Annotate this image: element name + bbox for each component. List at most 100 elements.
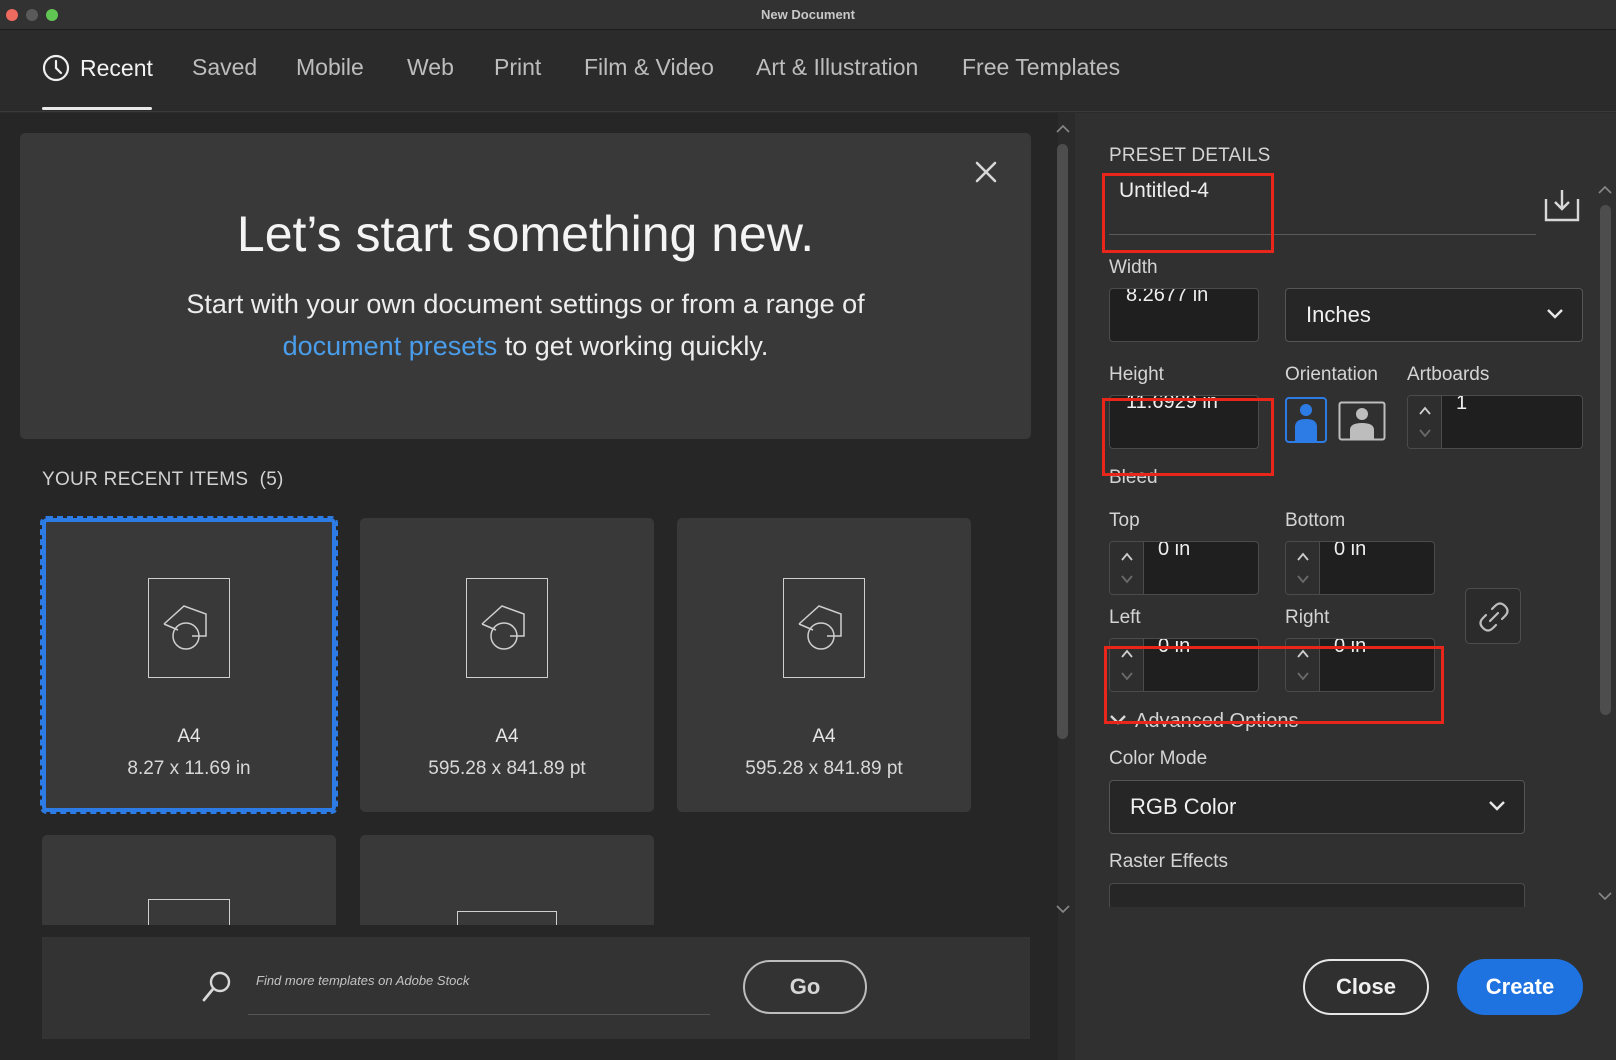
decrement-icon[interactable]	[1296, 671, 1310, 681]
tab-saved[interactable]: Saved	[192, 54, 257, 96]
landscape-orientation-icon[interactable]	[1338, 401, 1386, 441]
stepper-arrows	[1110, 639, 1144, 691]
raster-effects-label: Raster Effects	[1109, 851, 1228, 872]
stock-search-bar: Go	[42, 937, 1030, 1039]
increment-icon[interactable]	[1418, 406, 1432, 416]
decrement-icon[interactable]	[1418, 428, 1432, 438]
portrait-orientation-icon[interactable]	[1285, 397, 1327, 443]
recent-item-size: 8.27 x 11.69 in	[127, 758, 251, 779]
recent-item[interactable]: A4 595.28 x 841.89 pt	[677, 518, 971, 812]
tab-web[interactable]: Web	[407, 54, 454, 96]
scrollbar-thumb[interactable]	[1057, 144, 1068, 739]
stepper-arrows	[1110, 542, 1144, 594]
welcome-subtitle-line1: Start with your own document settings or…	[186, 289, 865, 319]
chevron-down-icon	[1110, 715, 1126, 725]
scroll-down-icon[interactable]	[1595, 889, 1615, 903]
welcome-subtitle-line2: to get working quickly.	[497, 331, 769, 361]
scroll-down-icon[interactable]	[1053, 902, 1073, 916]
width-label: Width	[1109, 257, 1158, 278]
units-dropdown[interactable]: Inches	[1285, 288, 1583, 342]
bleed-right-label: Right	[1285, 607, 1330, 628]
recent-item-size: 595.28 x 841.89 pt	[745, 758, 903, 779]
tab-art-illustration[interactable]: Art & Illustration	[756, 54, 918, 96]
height-value: 11.6929 in	[1126, 395, 1218, 413]
create-button[interactable]: Create	[1457, 959, 1583, 1015]
link-bleed-button[interactable]	[1465, 588, 1521, 644]
document-icon	[783, 578, 865, 678]
bleed-right-value: 0 in	[1334, 638, 1367, 657]
chevron-down-icon	[1489, 801, 1505, 811]
stock-search-input[interactable]	[248, 959, 710, 1015]
tab-recent[interactable]: Recent	[42, 54, 153, 96]
window-title: New Document	[761, 7, 855, 22]
recent-item[interactable]: A4 595.28 x 841.89 pt	[360, 518, 654, 812]
active-tab-indicator	[42, 107, 152, 110]
recent-item-name: A4	[812, 726, 836, 747]
increment-icon[interactable]	[1296, 552, 1310, 562]
tab-mobile[interactable]: Mobile	[296, 54, 364, 96]
close-button[interactable]: Close	[1303, 959, 1429, 1015]
tab-free-templates[interactable]: Free Templates	[962, 54, 1120, 96]
recent-item[interactable]: A4 8.27 x 11.69 in	[40, 516, 338, 814]
recent-items-label: YOUR RECENT ITEMS	[42, 469, 249, 490]
category-tabs: Recent Saved Mobile Web Print Film & Vid…	[0, 30, 1616, 112]
decrement-icon[interactable]	[1120, 671, 1134, 681]
raster-effects-dropdown[interactable]	[1109, 883, 1525, 907]
decrement-icon[interactable]	[1296, 574, 1310, 584]
advanced-options-toggle[interactable]: Advanced Options	[1109, 710, 1298, 733]
recent-items-heading: YOUR RECENT ITEMS (5)	[42, 469, 284, 491]
color-mode-label: Color Mode	[1109, 748, 1208, 769]
title-bar: New Document	[0, 0, 1616, 30]
bleed-top-stepper[interactable]: 0 in	[1109, 541, 1259, 595]
preset-details-heading: PRESET DETAILS	[1109, 145, 1271, 166]
welcome-subtitle: Start with your own document settings or…	[20, 283, 1031, 367]
increment-icon[interactable]	[1120, 649, 1134, 659]
document-icon	[457, 911, 557, 925]
artboards-label: Artboards	[1407, 364, 1490, 385]
recent-item-name: A4	[495, 726, 519, 747]
scroll-up-icon[interactable]	[1595, 183, 1615, 197]
bleed-bottom-stepper[interactable]: 0 in	[1285, 541, 1435, 595]
scroll-up-icon[interactable]	[1053, 122, 1073, 136]
document-name-field[interactable]: Untitled-4	[1109, 175, 1536, 235]
bleed-top-label: Top	[1109, 510, 1140, 531]
recent-item[interactable]	[42, 835, 336, 925]
preset-details-scrollbar[interactable]	[1595, 183, 1615, 903]
width-input[interactable]: 8.2677 in	[1109, 288, 1259, 342]
recent-item[interactable]	[360, 835, 654, 925]
chevron-down-icon	[1547, 309, 1563, 319]
save-preset-icon[interactable]	[1543, 187, 1581, 223]
bleed-right-stepper[interactable]: 0 in	[1285, 638, 1435, 692]
recent-items-count: (5)	[259, 469, 284, 490]
link-icon	[1479, 602, 1509, 632]
color-mode-dropdown[interactable]: RGB Color	[1109, 780, 1525, 834]
recent-item-size: 595.28 x 841.89 pt	[428, 758, 586, 779]
document-icon	[148, 578, 230, 678]
recent-item-name: A4	[177, 726, 201, 747]
artboards-stepper[interactable]: 1	[1407, 395, 1583, 449]
color-mode-value: RGB Color	[1130, 794, 1237, 819]
stepper-arrows	[1286, 542, 1320, 594]
units-value: Inches	[1306, 302, 1371, 327]
document-presets-link[interactable]: document presets	[283, 331, 498, 361]
tab-film-video[interactable]: Film & Video	[584, 54, 714, 96]
tab-print[interactable]: Print	[494, 54, 541, 96]
increment-icon[interactable]	[1296, 649, 1310, 659]
height-input[interactable]: 11.6929 in	[1109, 395, 1259, 449]
scrollbar-thumb[interactable]	[1600, 205, 1611, 715]
bleed-left-label: Left	[1109, 607, 1141, 628]
decrement-icon[interactable]	[1120, 574, 1134, 584]
bleed-left-value: 0 in	[1158, 638, 1191, 657]
bleed-top-value: 0 in	[1158, 541, 1191, 560]
go-button[interactable]: Go	[743, 960, 867, 1014]
close-icon[interactable]	[971, 157, 1001, 187]
bleed-bottom-value: 0 in	[1334, 541, 1367, 560]
bleed-left-stepper[interactable]: 0 in	[1109, 638, 1259, 692]
welcome-banner: Let’s start something new. Start with yo…	[20, 133, 1031, 439]
recent-items-scrollbar[interactable]	[1053, 122, 1073, 922]
stepper-arrows	[1286, 639, 1320, 691]
width-value: 8.2677 in	[1126, 288, 1209, 306]
document-icon	[148, 899, 230, 925]
increment-icon[interactable]	[1120, 552, 1134, 562]
orientation-label: Orientation	[1285, 364, 1378, 385]
